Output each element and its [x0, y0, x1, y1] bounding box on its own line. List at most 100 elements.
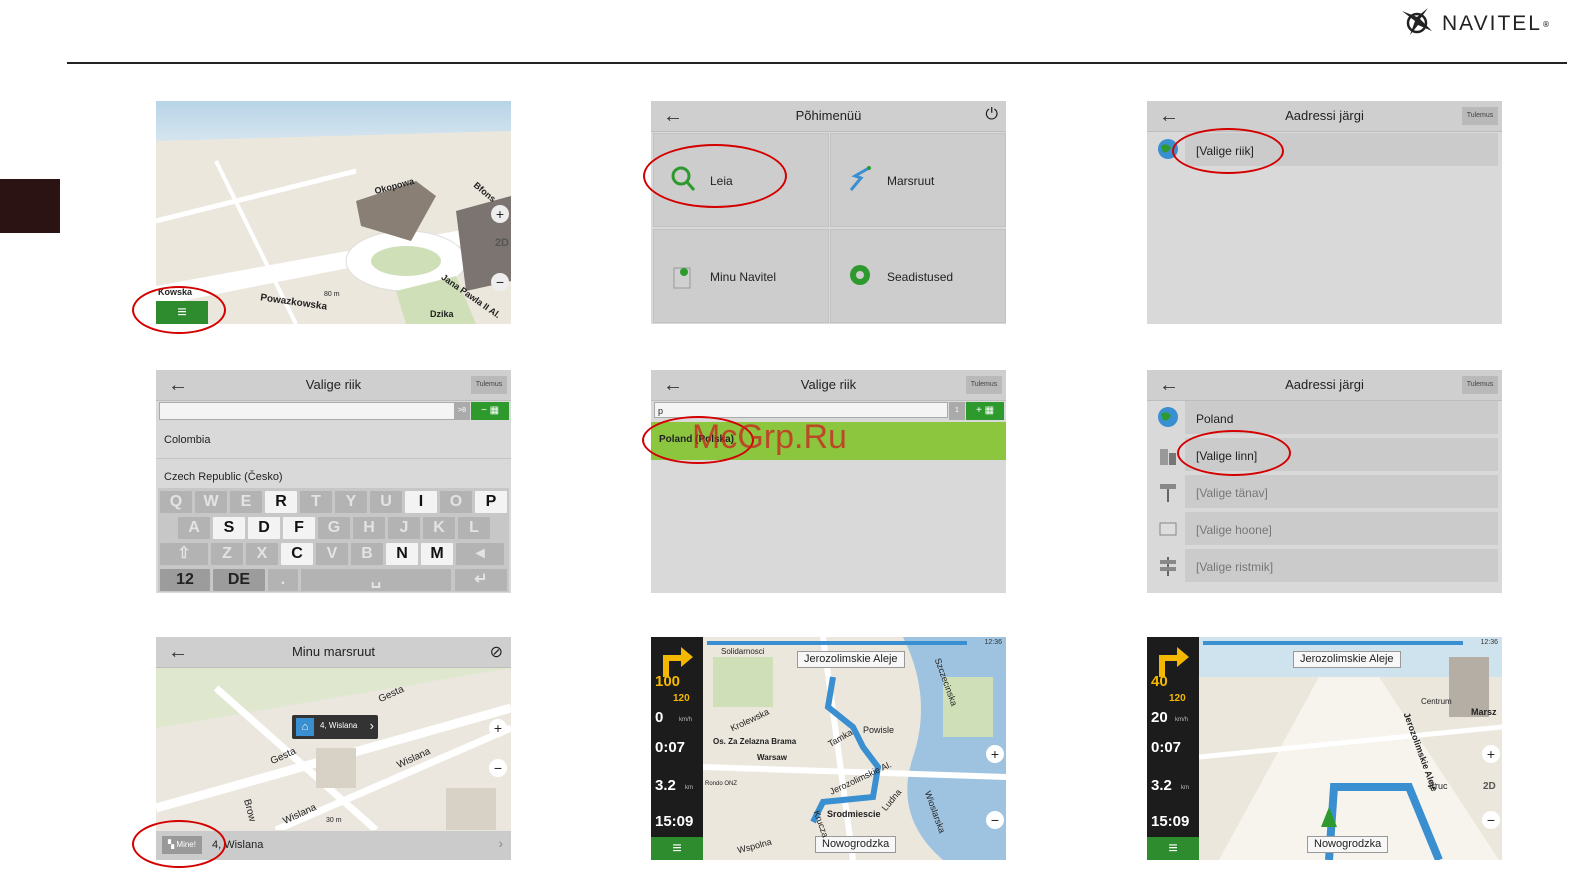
next-turn-distance: 40 [1151, 673, 1168, 690]
key-language[interactable]: DE [213, 569, 265, 591]
zoom-out-button[interactable]: − [491, 273, 509, 291]
result-button[interactable]: Tulemus [1462, 376, 1498, 394]
key-m[interactable]: M [421, 543, 453, 565]
row-building[interactable]: [Valige hoone] [1147, 512, 1502, 547]
map-label: Centrum [1421, 697, 1452, 706]
row-country[interactable]: Poland [1147, 401, 1502, 436]
panel-header: ← Aadressi järgi Tulemus [1147, 370, 1502, 401]
list-item[interactable]: Colombia [156, 422, 511, 459]
speed-unit: km/h [1175, 717, 1189, 723]
key-space[interactable]: ␣ [301, 569, 451, 591]
key-k[interactable]: K [423, 517, 455, 539]
route-progress-bar [707, 641, 967, 645]
zoom-out-button[interactable]: − [1482, 811, 1500, 829]
key-b[interactable]: B [351, 543, 383, 565]
menu-button[interactable]: ≡ [1147, 837, 1199, 860]
key-numbers[interactable]: 12 [160, 569, 210, 591]
key-f[interactable]: F [283, 517, 315, 539]
key-p[interactable]: P [475, 491, 507, 513]
city-icon [1160, 449, 1176, 465]
distance-unit: km [1181, 785, 1189, 791]
menu-button[interactable]: ≡ [651, 837, 703, 860]
zoom-out-button[interactable]: − [489, 759, 507, 777]
panel-header: ← Põhimenüü ⏻ [651, 101, 1006, 132]
result-button[interactable]: Tulemus [1462, 107, 1498, 125]
following-turn-distance: 120 [1169, 693, 1186, 704]
view-2d-button[interactable]: 2D [1483, 781, 1496, 792]
no-route-icon[interactable]: ⊘ [490, 642, 503, 662]
key-r[interactable]: R [265, 491, 297, 513]
key-a[interactable]: A [178, 517, 210, 539]
zoom-in-button[interactable]: + [986, 745, 1004, 763]
key-e[interactable]: E [230, 491, 262, 513]
next-street-label: Nowogrodzka [815, 836, 897, 853]
panel-map-3d: Kowska Powazkowska Dzika Jana Pawla II A… [156, 101, 511, 324]
panel-title: Minu marsruut [291, 644, 376, 659]
map-label: Kruc [1429, 781, 1448, 791]
arrival-time: 15:09 [1151, 813, 1190, 830]
search-input[interactable] [159, 402, 455, 420]
row-intersection[interactable]: [Valige ristmik] [1147, 549, 1502, 584]
result-count: 1 [949, 402, 965, 420]
key-l[interactable]: L [458, 517, 490, 539]
view-2d-button[interactable]: 2D [495, 237, 509, 249]
keyboard-icon: + ▦ [975, 405, 995, 416]
turn-right-icon [655, 643, 695, 677]
gear-icon [850, 265, 870, 285]
key-t[interactable]: T [300, 491, 332, 513]
key-g[interactable]: G [318, 517, 350, 539]
key-u[interactable]: U [370, 491, 402, 513]
power-icon[interactable]: ⏻ [985, 106, 998, 124]
tile-minu-navitel[interactable]: Minu Navitel [653, 229, 829, 323]
key-x[interactable]: X [246, 543, 278, 565]
keyboard-toggle-button[interactable]: + ▦ [966, 402, 1004, 420]
key-v[interactable]: V [316, 543, 348, 565]
zoom-in-button[interactable]: + [489, 719, 507, 737]
list-item-label: Colombia [164, 434, 211, 446]
key-dot[interactable]: . [268, 569, 298, 591]
map-label: Powisle [863, 725, 895, 735]
key-y[interactable]: Y [335, 491, 367, 513]
location-popup[interactable]: ⌂ 4, Wislana › [292, 715, 378, 739]
zoom-out-button[interactable]: − [986, 811, 1004, 829]
result-button[interactable]: Tulemus [966, 376, 1002, 394]
key-c[interactable]: C [281, 543, 313, 565]
zoom-in-button[interactable]: + [1482, 745, 1500, 763]
key-⇧[interactable]: ⇧ [160, 543, 208, 565]
key-n[interactable]: N [386, 543, 418, 565]
key-q[interactable]: Q [160, 491, 192, 513]
tile-seadistused[interactable]: Seadistused [830, 229, 1006, 323]
row-street[interactable]: [Valige tänav] [1147, 475, 1502, 510]
time-remaining: 0:07 [1151, 739, 1182, 756]
key-i[interactable]: I [405, 491, 437, 513]
list-item[interactable]: Czech Republic (Česko) [156, 460, 511, 488]
key-h[interactable]: H [353, 517, 385, 539]
key-w[interactable]: W [195, 491, 227, 513]
key-◄[interactable]: ◄ [456, 543, 504, 565]
key-enter[interactable]: ↵ [455, 569, 507, 591]
key-o[interactable]: O [440, 491, 472, 513]
keyboard-toggle-button[interactable]: − ▦ [471, 402, 509, 420]
panel-navigation-2d: 100 120 0 km/h 0:07 3.2 km 15:09 ≡ 12:36… [651, 637, 1006, 860]
clock: 12:36 [1480, 639, 1498, 646]
intersection-icon [1160, 557, 1176, 576]
globe-icon [1158, 407, 1178, 427]
watermark: McGrp.Ru [692, 418, 847, 456]
navitel-logo: NAVITEL ® [1398, 4, 1566, 44]
panel-title: Valige riik [800, 377, 857, 392]
key-z[interactable]: Z [211, 543, 243, 565]
key-j[interactable]: J [388, 517, 420, 539]
current-speed: 0 [655, 709, 664, 726]
panel-navigation-3d: 40 120 20 km/h 0:07 3.2 km 15:09 ≡ 12:36… [1147, 637, 1502, 860]
zoom-in-button[interactable]: + [491, 205, 509, 223]
key-d[interactable]: D [248, 517, 280, 539]
highlight-ring [1172, 128, 1284, 174]
tile-marsruut[interactable]: Marsruut [830, 133, 1006, 227]
map-label: Marsz [1471, 707, 1497, 717]
clock: 12:36 [984, 639, 1002, 646]
result-button[interactable]: Tulemus [471, 376, 507, 394]
panel-address-city: ← Aadressi järgi Tulemus Poland [Valige … [1147, 370, 1502, 593]
hamburger-icon: ≡ [672, 840, 682, 857]
key-s[interactable]: S [213, 517, 245, 539]
keyboard-icon: − ▦ [480, 405, 500, 416]
